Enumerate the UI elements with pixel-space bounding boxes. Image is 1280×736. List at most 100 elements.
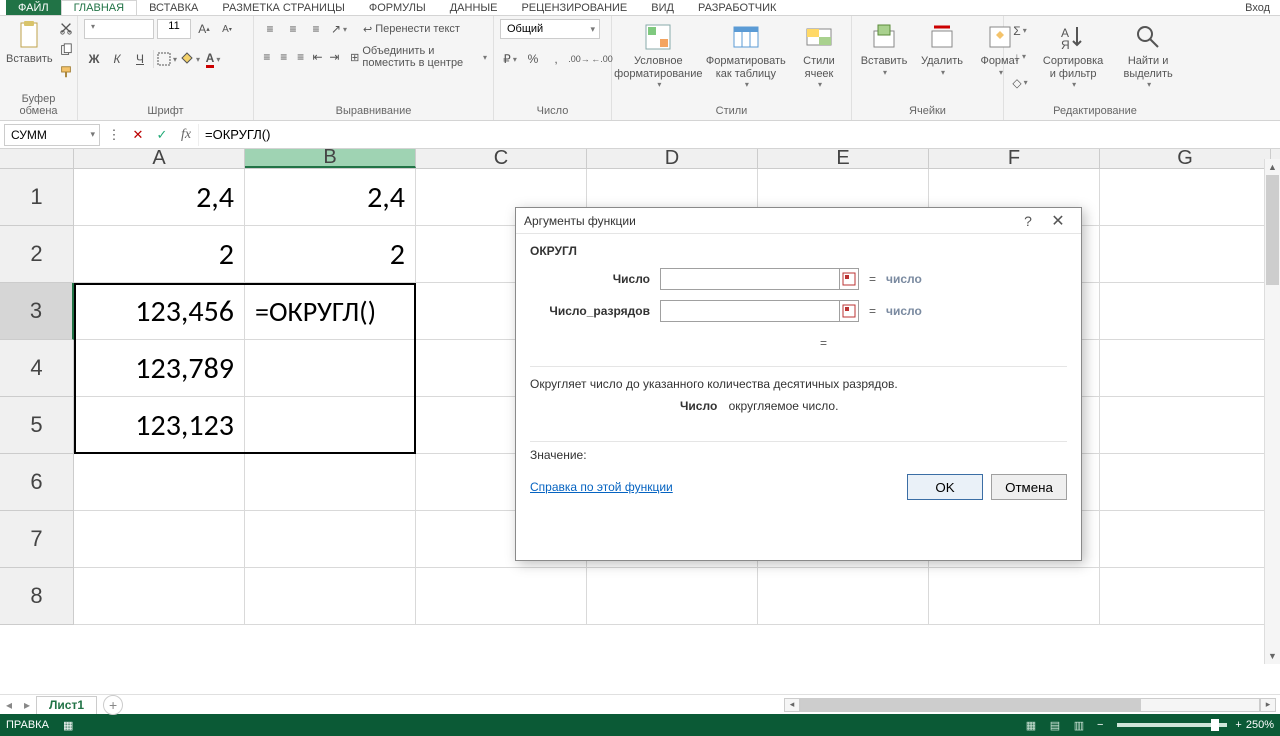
format-as-table-button[interactable]: Форматировать как таблицу xyxy=(705,19,787,91)
arg1-input[interactable] xyxy=(660,268,840,290)
font-color-button[interactable]: А xyxy=(203,49,223,69)
cell-a4[interactable]: 123,789 xyxy=(74,340,245,397)
enter-formula-icon[interactable]: ✓ xyxy=(150,124,174,146)
underline-button[interactable]: Ч xyxy=(130,49,150,69)
merge-center-button[interactable]: ⊞ Объединить и поместить в центре xyxy=(350,45,487,69)
cell-a7[interactable] xyxy=(74,511,245,568)
cell-e8[interactable] xyxy=(758,568,929,625)
insert-cells-button[interactable]: Вставить xyxy=(858,19,910,79)
row-header-8[interactable]: 8 xyxy=(0,568,74,625)
cell-a5[interactable]: 123,123 xyxy=(74,397,245,454)
formula-dropdown-icon[interactable]: ⋮ xyxy=(102,124,126,146)
dialog-help-icon[interactable]: ? xyxy=(1013,213,1043,229)
cell-a1[interactable]: 2,4 xyxy=(74,169,245,226)
tab-file[interactable]: ФАЙЛ xyxy=(6,0,61,15)
border-button[interactable] xyxy=(157,49,177,69)
copy-icon[interactable] xyxy=(59,43,73,57)
tab-developer[interactable]: РАЗРАБОТЧИК xyxy=(686,0,788,15)
cell-a8[interactable] xyxy=(74,568,245,625)
align-left-icon[interactable]: ≡ xyxy=(260,47,274,67)
tab-insert[interactable]: ВСТАВКА xyxy=(137,0,210,15)
tab-page-layout[interactable]: РАЗМЕТКА СТРАНИЦЫ xyxy=(210,0,356,15)
cell-b4[interactable] xyxy=(245,340,416,397)
bold-button[interactable]: Ж xyxy=(84,49,104,69)
col-header-c[interactable]: C xyxy=(416,149,587,168)
col-header-d[interactable]: D xyxy=(587,149,758,168)
col-header-g[interactable]: G xyxy=(1100,149,1271,168)
align-center-icon[interactable]: ≡ xyxy=(277,47,291,67)
percent-format-icon[interactable]: % xyxy=(523,49,543,69)
dialog-close-icon[interactable]: ✕ xyxy=(1043,211,1073,231)
col-header-e[interactable]: E xyxy=(758,149,929,168)
align-middle-icon[interactable]: ≡ xyxy=(283,19,303,39)
tab-view[interactable]: ВИД xyxy=(639,0,686,15)
cancel-button[interactable]: Отмена xyxy=(991,474,1067,500)
decrease-font-icon[interactable]: A▾ xyxy=(217,19,237,39)
format-painter-icon[interactable] xyxy=(59,65,73,79)
fill-icon[interactable]: ↓ xyxy=(1010,47,1030,67)
macro-record-icon[interactable]: ▦ xyxy=(63,719,73,732)
col-header-a[interactable]: A xyxy=(74,149,245,168)
cell-a3[interactable]: 123,456 xyxy=(74,283,245,340)
col-header-b[interactable]: B xyxy=(245,149,416,168)
row-header-2[interactable]: 2 xyxy=(0,226,74,283)
tab-data[interactable]: ДАННЫЕ xyxy=(438,0,510,15)
increase-indent-icon[interactable]: ⇥ xyxy=(328,47,342,67)
tab-home[interactable]: ГЛАВНАЯ xyxy=(61,0,137,15)
paste-button[interactable]: Вставить xyxy=(6,19,53,66)
zoom-slider[interactable] xyxy=(1117,723,1227,727)
scroll-up-icon[interactable]: ▲ xyxy=(1265,159,1280,175)
select-all-corner[interactable] xyxy=(0,149,74,168)
cancel-formula-icon[interactable]: ✕ xyxy=(126,124,150,146)
hscroll-left-icon[interactable]: ◂ xyxy=(784,698,800,712)
scroll-down-icon[interactable]: ▼ xyxy=(1265,648,1280,664)
delete-cells-button[interactable]: Удалить xyxy=(916,19,968,79)
cell-b5[interactable] xyxy=(245,397,416,454)
row-header-6[interactable]: 6 xyxy=(0,454,74,511)
autosum-icon[interactable]: Σ xyxy=(1010,21,1030,41)
cell-d8[interactable] xyxy=(587,568,758,625)
cell-a2[interactable]: 2 xyxy=(74,226,245,283)
align-right-icon[interactable]: ≡ xyxy=(294,47,308,67)
cell-g8[interactable] xyxy=(1100,568,1271,625)
row-header-1[interactable]: 1 xyxy=(0,169,74,226)
cell-f8[interactable] xyxy=(929,568,1100,625)
arg1-range-picker-icon[interactable] xyxy=(839,268,859,290)
align-top-icon[interactable]: ≡ xyxy=(260,19,280,39)
italic-button[interactable]: К xyxy=(107,49,127,69)
page-layout-view-icon[interactable]: ▤ xyxy=(1044,717,1066,733)
cell-b7[interactable] xyxy=(245,511,416,568)
cell-a6[interactable] xyxy=(74,454,245,511)
row-header-5[interactable]: 5 xyxy=(0,397,74,454)
tab-review[interactable]: РЕЦЕНЗИРОВАНИЕ xyxy=(509,0,639,15)
arg2-input[interactable] xyxy=(660,300,840,322)
formula-input[interactable]: =ОКРУГЛ() xyxy=(198,124,1280,146)
decrease-indent-icon[interactable]: ⇤ xyxy=(311,47,325,67)
col-header-f[interactable]: F xyxy=(929,149,1100,168)
cell-g4[interactable] xyxy=(1100,340,1271,397)
cell-b3[interactable]: =ОКРУГЛ() xyxy=(245,283,416,340)
sign-in-link[interactable]: Вход xyxy=(1245,2,1280,14)
horizontal-scrollbar[interactable] xyxy=(800,698,1260,712)
page-break-view-icon[interactable]: ▥ xyxy=(1068,717,1090,733)
zoom-thumb[interactable] xyxy=(1211,719,1219,731)
orientation-icon[interactable]: ↗ xyxy=(329,19,349,39)
normal-view-icon[interactable]: ▦ xyxy=(1020,717,1042,733)
cell-b1[interactable]: 2,4 xyxy=(245,169,416,226)
decrease-decimal-icon[interactable]: ←.00 xyxy=(592,49,612,69)
cell-g1[interactable] xyxy=(1100,169,1271,226)
clear-icon[interactable]: ◇ xyxy=(1010,73,1030,93)
dialog-titlebar[interactable]: Аргументы функции ? ✕ xyxy=(516,208,1081,234)
cell-g2[interactable] xyxy=(1100,226,1271,283)
cell-b6[interactable] xyxy=(245,454,416,511)
insert-function-icon[interactable]: fx xyxy=(174,124,198,146)
add-sheet-button[interactable]: + xyxy=(103,695,123,715)
increase-font-icon[interactable]: A▴ xyxy=(194,19,214,39)
zoom-percent[interactable]: 250% xyxy=(1246,719,1274,731)
vscroll-thumb[interactable] xyxy=(1266,175,1279,285)
accounting-format-icon[interactable]: ₽ xyxy=(500,49,520,69)
cell-b2[interactable]: 2 xyxy=(245,226,416,283)
sheet-nav-next-icon[interactable]: ▸ xyxy=(18,698,36,712)
cell-g6[interactable] xyxy=(1100,454,1271,511)
cell-g3[interactable] xyxy=(1100,283,1271,340)
